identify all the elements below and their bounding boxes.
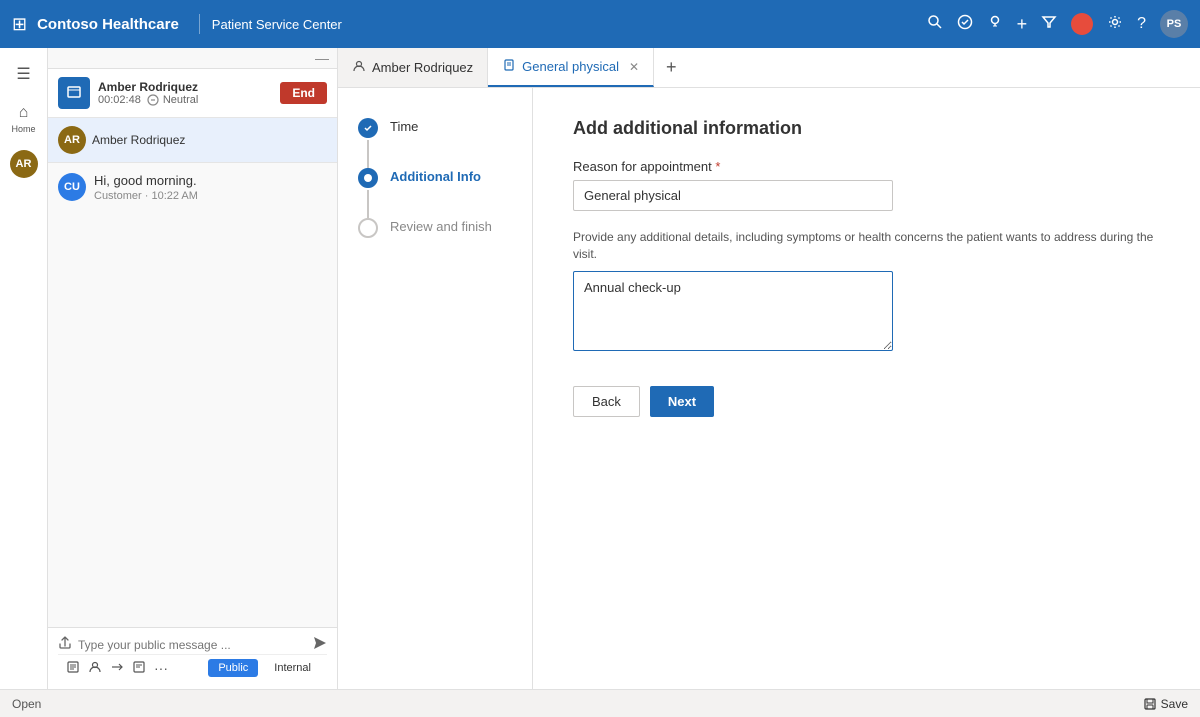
step-time: Time (358, 118, 512, 168)
call-time: 00:02:48 (98, 94, 141, 106)
form-title: Add additional information (573, 118, 1160, 139)
step-review-finish: Review and finish (358, 218, 512, 268)
chat-bubble: CU Hi, good morning. Customer · 10:22 AM (58, 173, 327, 202)
chat-messages: CU Hi, good morning. Customer · 10:22 AM (48, 163, 337, 627)
form-actions: Back Next (573, 386, 1160, 417)
save-label: Save (1161, 697, 1188, 711)
service-center-label: Patient Service Center (212, 17, 342, 32)
nav-icons: + ? PS (927, 10, 1188, 38)
bubble-text: Hi, good morning. (94, 173, 198, 188)
chat-toolbar: ··· Public Internal (58, 654, 327, 681)
step-dot-review (358, 218, 378, 238)
bulb-icon[interactable] (987, 14, 1003, 35)
tab-bar: Amber Rodriquez General physical ✕ + (338, 48, 1200, 88)
more-icon[interactable]: ··· (154, 660, 168, 676)
reason-input[interactable] (573, 180, 893, 211)
transfer-icon[interactable] (110, 660, 124, 677)
sidebar: ☰ ⌂ Home AR (0, 48, 48, 689)
chat-input-row (58, 636, 327, 654)
internal-button[interactable]: Internal (266, 659, 319, 677)
details-group: Provide any additional details, includin… (573, 229, 1160, 356)
todo-icon[interactable] (957, 14, 973, 35)
main-panel: Amber Rodriquez General physical ✕ + (338, 48, 1200, 689)
attach-icon[interactable] (58, 636, 72, 654)
neutral-label: Neutral (163, 94, 198, 106)
physical-tab-icon (502, 58, 516, 75)
amber-sidebar-avatar: AR (58, 126, 86, 154)
neutral-badge: Neutral (147, 94, 198, 106)
save-button[interactable]: Save (1143, 697, 1188, 711)
help-icon[interactable]: ? (1137, 15, 1146, 33)
note-icon[interactable] (132, 660, 146, 677)
end-call-button[interactable]: End (280, 82, 327, 104)
message-input[interactable] (78, 638, 307, 652)
minimize-bar: — (48, 48, 337, 69)
home-icon: ⌂ (19, 104, 29, 122)
format-icon[interactable] (66, 660, 80, 677)
reason-group: Reason for appointment * (573, 159, 1160, 211)
chat-panel: — Amber Rodriquez 00:02:48 Neutral (48, 48, 338, 689)
step-label-review: Review and finish (390, 218, 492, 234)
app-title: Contoso Healthcare (37, 16, 179, 33)
main-layout: ☰ ⌂ Home AR — Amber Rodriquez 00:02:48 (0, 48, 1200, 689)
tab-general-physical[interactable]: General physical ✕ (488, 48, 654, 87)
search-icon[interactable] (927, 14, 943, 35)
grid-icon[interactable]: ⊞ (12, 14, 27, 35)
hamburger-icon[interactable]: ☰ (8, 56, 38, 92)
amber-tab-label: Amber Rodriquez (372, 60, 473, 75)
call-bar: Amber Rodriquez 00:02:48 Neutral End (48, 69, 337, 118)
details-description: Provide any additional details, includin… (573, 229, 1160, 263)
amber-sidebar-name: Amber Rodriquez (92, 133, 185, 147)
add-tab-button[interactable]: + (654, 57, 689, 78)
required-star: * (715, 159, 720, 174)
filter-icon[interactable] (1041, 14, 1057, 35)
send-icon[interactable] (313, 636, 327, 654)
contact-icon[interactable] (88, 660, 102, 677)
plus-icon[interactable]: + (1017, 14, 1028, 35)
top-nav: ⊞ Contoso Healthcare Patient Service Cen… (0, 0, 1200, 48)
public-button[interactable]: Public (208, 659, 258, 677)
caller-info: Amber Rodriquez 00:02:48 Neutral (98, 80, 272, 106)
stepper-panel: Time Additional Info Review and finish (338, 88, 533, 689)
reason-label: Reason for appointment * (573, 159, 1160, 174)
bubble-time: Customer · 10:22 AM (94, 190, 198, 202)
bubble-content: Hi, good morning. Customer · 10:22 AM (94, 173, 198, 202)
bubble-avatar: CU (58, 173, 86, 201)
close-tab-icon[interactable]: ✕ (629, 60, 639, 74)
settings-icon[interactable] (1107, 14, 1123, 35)
panel-content: Time Additional Info Review and finish (338, 88, 1200, 689)
amber-tab-icon (352, 59, 366, 76)
back-button[interactable]: Back (573, 386, 640, 417)
chat-input-area: ··· Public Internal (48, 627, 337, 689)
step-dot-additional (358, 168, 378, 188)
nav-divider (199, 14, 200, 34)
status-bar: Open Save (0, 689, 1200, 717)
step-label-additional: Additional Info (390, 168, 481, 184)
step-dot-time (358, 118, 378, 138)
minimize-icon[interactable]: — (315, 50, 329, 66)
open-label: Open (12, 697, 41, 711)
home-label: Home (11, 124, 35, 134)
step-label-time: Time (390, 118, 418, 134)
user-avatar[interactable]: PS (1160, 10, 1188, 38)
details-textarea[interactable]: Annual check-up (573, 271, 893, 351)
caller-avatar (58, 77, 90, 109)
next-button[interactable]: Next (650, 386, 714, 417)
sidebar-ar-avatar[interactable]: AR (10, 150, 38, 178)
content-area: — Amber Rodriquez 00:02:48 Neutral (48, 48, 1200, 689)
form-area: Add additional information Reason for ap… (533, 88, 1200, 689)
sidebar-item-home[interactable]: ⌂ Home (0, 96, 47, 142)
tab-amber[interactable]: Amber Rodriquez (338, 48, 488, 87)
physical-tab-label: General physical (522, 59, 619, 74)
notification-badge[interactable] (1071, 13, 1093, 35)
step-additional-info: Additional Info (358, 168, 512, 218)
caller-name: Amber Rodriquez (98, 80, 272, 94)
